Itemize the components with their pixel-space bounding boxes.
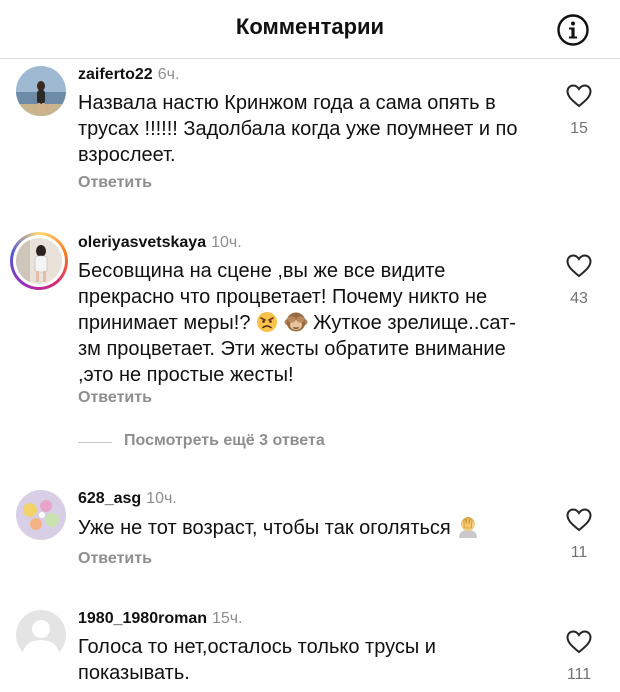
comment-text: Назвала настю Кринжом года а сама опять …: [78, 92, 518, 166]
heart-icon[interactable]: [566, 508, 592, 532]
comment-meta: oleriyasvetskaya 10ч.: [78, 234, 242, 252]
header-bar: Комментарии: [0, 0, 620, 59]
avatar[interactable]: [16, 66, 66, 116]
comment-text-part1: Уже не тот возраст, чтобы так оголяться: [78, 517, 451, 539]
reply-button[interactable]: Ответить: [78, 389, 152, 407]
comment-text: Уже не тот возраст, чтобы так оголяться: [78, 514, 532, 541]
default-avatar[interactable]: [16, 610, 66, 660]
heart-icon[interactable]: [566, 254, 592, 278]
divider-line: [78, 442, 112, 443]
comment-time: 10ч.: [211, 234, 242, 251]
comment-time: 10ч.: [146, 490, 177, 507]
comment-username[interactable]: oleriyasvetskaya: [78, 234, 206, 251]
comment-meta: 628_asg 10ч.: [78, 490, 177, 508]
comment-time: 15ч.: [211, 610, 243, 627]
heart-icon[interactable]: [566, 630, 592, 654]
reply-button[interactable]: Ответить: [78, 550, 152, 568]
comment-time: 6ч.: [157, 66, 180, 83]
angry-face-emoji: [257, 312, 278, 332]
comment-text: Голоса то нет,осталось только трусы и по…: [78, 636, 436, 684]
comment-text: Бесовщина на сцене ,вы же все видите пре…: [78, 258, 532, 388]
see-no-evil-monkey-emoji: [284, 312, 308, 332]
avatar-story-ring[interactable]: [10, 232, 68, 290]
comment-meta: 1980_1980roman 15ч.: [78, 610, 243, 628]
page-title: Комментарии: [235, 14, 385, 39]
facepalm-emoji: [459, 517, 478, 538]
info-circle-icon[interactable]: [556, 13, 590, 47]
like-count: 15: [570, 120, 588, 137]
view-more-replies-label: Посмотреть ещё 3 ответа: [124, 432, 325, 449]
avatar-ring-inner: [13, 235, 65, 287]
avatar: [16, 238, 62, 284]
comment-meta: zaiferto22 6ч.: [78, 66, 179, 84]
like-count: 43: [570, 290, 588, 307]
heart-icon[interactable]: [566, 84, 592, 108]
comment-username[interactable]: 1980_1980roman: [78, 610, 207, 627]
like-count: 11: [570, 544, 588, 561]
reply-button[interactable]: Ответить: [78, 174, 152, 192]
like-count: 111: [566, 666, 592, 683]
comment-username[interactable]: 628_asg: [78, 490, 141, 507]
comment-username[interactable]: zaiferto22: [78, 66, 153, 83]
avatar[interactable]: [16, 490, 66, 540]
